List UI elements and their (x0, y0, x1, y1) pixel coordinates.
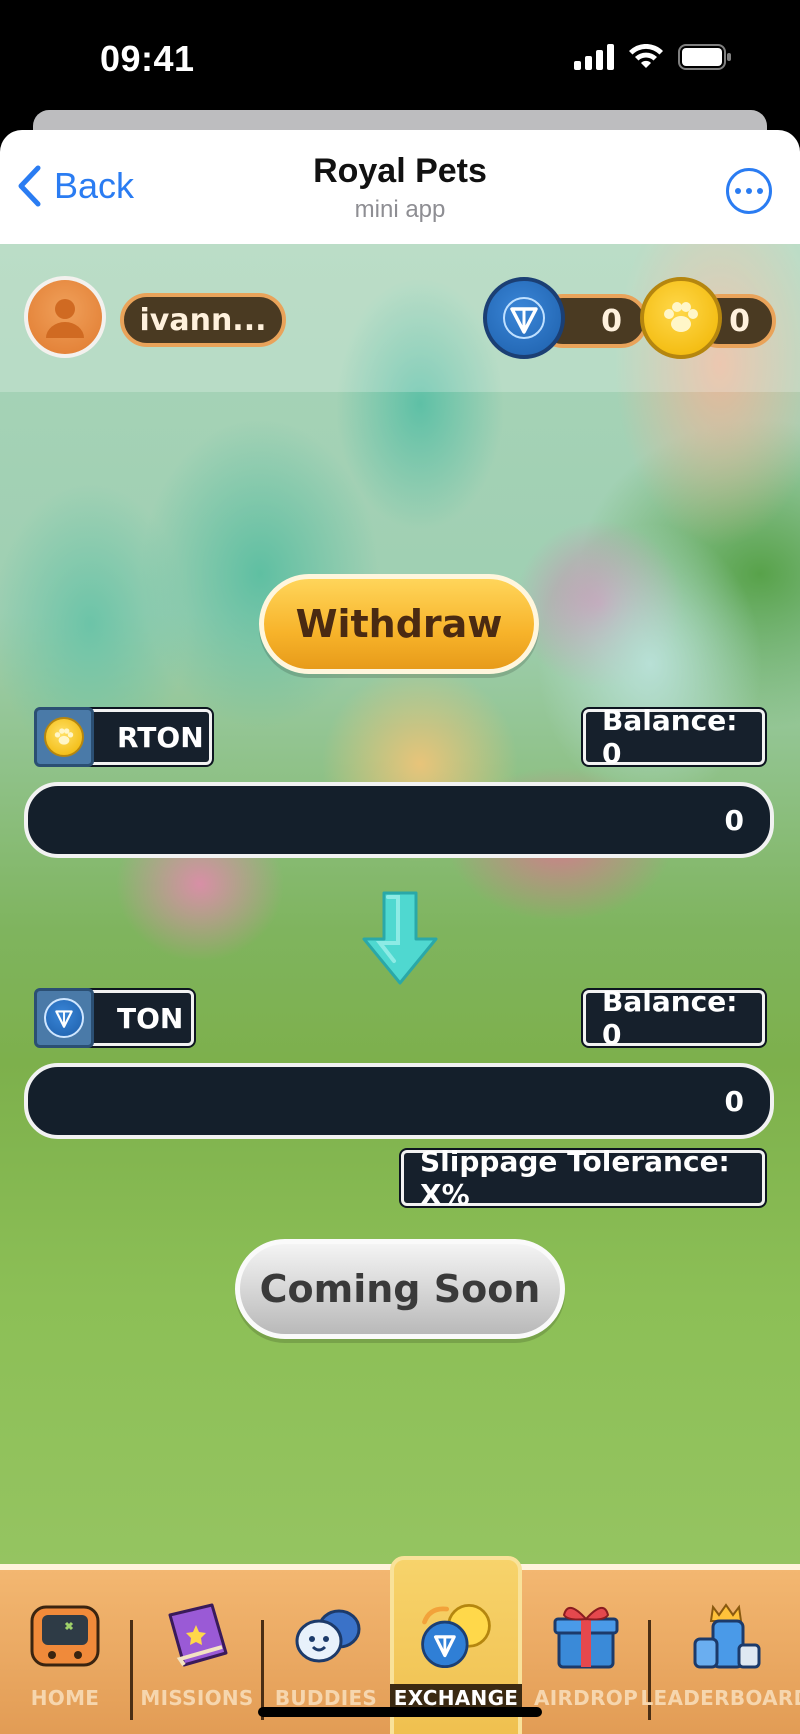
battery-icon (678, 44, 731, 70)
tab-leaderboard[interactable]: LEADERBOARD (640, 1570, 800, 1734)
book-icon (158, 1600, 236, 1672)
to-token-name: TON (117, 1001, 184, 1035)
exchange-coins-icon (417, 1600, 495, 1672)
wifi-icon (629, 44, 663, 68)
trophy-icon (687, 1600, 765, 1672)
tab-airdrop-label: AIRDROP (533, 1686, 639, 1710)
coming-soon-button[interactable]: Coming Soon (235, 1239, 565, 1339)
more-dot-icon (746, 188, 752, 194)
tab-home[interactable]: HOME (0, 1570, 130, 1734)
ton-coin-icon (483, 277, 565, 359)
avatar[interactable] (24, 276, 106, 358)
slippage-tolerance-label[interactable]: Slippage Tolerance: X% (401, 1145, 765, 1211)
user-silhouette-icon (46, 299, 84, 338)
ton-balance-value: 0 (601, 303, 622, 339)
tab-missions[interactable]: MISSIONS (133, 1570, 261, 1734)
from-token-label: RTON (84, 709, 212, 765)
home-indicator[interactable] (258, 1707, 542, 1717)
tab-home-label: HOME (30, 1686, 100, 1710)
paw-icon (54, 728, 74, 745)
from-amount-value: 0 (724, 803, 744, 837)
more-dot-icon (735, 188, 741, 194)
from-amount-input[interactable]: 0 (24, 782, 774, 858)
to-amount-input[interactable]: 0 (24, 1063, 774, 1139)
mini-app-header: Back Royal Pets mini app (0, 130, 800, 244)
to-amount-value: 0 (724, 1084, 744, 1118)
from-balance-label: Balance: 0 (583, 704, 765, 770)
username-pill[interactable]: ivann... (120, 293, 286, 347)
rton-token-icon (34, 707, 94, 767)
ton-diamond-icon (55, 1010, 73, 1028)
tab-airdrop[interactable]: AIRDROP (524, 1570, 648, 1734)
paw-coin-icon (640, 277, 722, 359)
more-dot-icon (757, 188, 763, 194)
game-area: ivann... 0 0 Withdraw RTON Balance: 0 0 … (0, 244, 800, 1564)
to-balance-label: Balance: 0 (583, 985, 765, 1051)
status-time: 09:41 (100, 38, 195, 79)
tab-missions-label: MISSIONS (140, 1686, 254, 1710)
arrow-down-icon[interactable] (360, 889, 440, 989)
app-subtitle: mini app (354, 196, 446, 223)
console-icon (26, 1600, 104, 1672)
tab-leaderboard-label: LEADERBOARD (640, 1686, 800, 1710)
from-token-name: RTON (117, 720, 204, 754)
cellular-signal-icon (574, 44, 614, 70)
app-title: Royal Pets (313, 152, 487, 190)
gift-icon (547, 1600, 625, 1672)
status-bar: 09:41 (0, 0, 800, 118)
to-token-label: TON (84, 990, 194, 1046)
paw-balance-value: 0 (729, 303, 750, 339)
status-icons (574, 44, 732, 70)
chat-buddies-icon (287, 1600, 365, 1672)
withdraw-button[interactable]: Withdraw (259, 574, 539, 674)
ton-token-icon (34, 988, 94, 1048)
more-menu-button[interactable] (726, 168, 772, 214)
